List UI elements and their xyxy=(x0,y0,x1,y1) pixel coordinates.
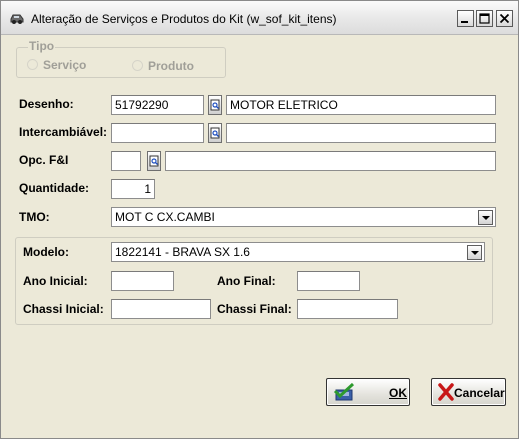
chassi-inicial-label: Chassi Inicial: xyxy=(23,302,104,316)
intercambiavel-desc-input[interactable] xyxy=(226,123,496,143)
cancel-button-label: Cancelar xyxy=(454,386,505,400)
cancel-button[interactable]: Cancelar xyxy=(431,378,506,406)
tipo-legend: Tipo xyxy=(28,39,56,53)
chevron-down-icon xyxy=(482,216,490,220)
title-bar[interactable]: Alteração de Serviços e Produtos do Kit … xyxy=(1,1,518,35)
red-x-icon xyxy=(438,383,454,404)
ok-button-label: OK xyxy=(389,386,407,400)
opc-fi-lookup-button[interactable] xyxy=(147,151,161,171)
radio-servico[interactable] xyxy=(27,59,38,70)
intercambiavel-code-input[interactable] xyxy=(111,123,204,143)
modelo-dropdown-button[interactable] xyxy=(467,245,482,260)
lookup-icon xyxy=(210,127,220,139)
desenho-lookup-button[interactable] xyxy=(208,95,222,115)
radio-servico-label[interactable]: Serviço xyxy=(43,58,86,72)
ano-final-label: Ano Final: xyxy=(217,274,276,288)
checkmark-icon xyxy=(333,382,357,404)
lookup-icon xyxy=(149,155,159,167)
lookup-icon xyxy=(210,99,220,111)
quantidade-label: Quantidade: xyxy=(19,181,90,195)
chevron-down-icon xyxy=(471,251,479,255)
intercambiavel-lookup-button[interactable] xyxy=(208,123,222,143)
modelo-select[interactable]: 1822141 - BRAVA SX 1.6 xyxy=(111,242,485,262)
radio-produto[interactable] xyxy=(132,60,143,71)
ano-inicial-label: Ano Inicial: xyxy=(23,274,88,288)
chassi-final-input[interactable] xyxy=(297,299,398,319)
dialog-window: Alteração de Serviços e Produtos do Kit … xyxy=(0,0,519,439)
intercambiavel-label: Intercambiável: xyxy=(19,125,108,139)
tmo-label: TMO: xyxy=(19,210,50,224)
desenho-desc-input[interactable]: MOTOR ELETRICO xyxy=(226,95,496,115)
desenho-code-input[interactable]: 51792290 xyxy=(111,95,204,115)
quantidade-input[interactable]: 1 xyxy=(111,179,155,199)
modelo-label: Modelo: xyxy=(23,245,69,259)
opc-fi-label: Opc. F&I xyxy=(19,153,69,167)
ok-button[interactable]: OK xyxy=(326,378,410,406)
app-car-icon xyxy=(9,11,25,25)
ano-inicial-input[interactable] xyxy=(111,271,174,291)
tmo-select[interactable]: MOT C CX.CAMBI xyxy=(111,207,496,227)
desenho-label: Desenho: xyxy=(19,97,74,111)
tmo-select-value: MOT C CX.CAMBI xyxy=(115,210,215,224)
close-button[interactable] xyxy=(496,10,513,27)
minimize-button[interactable] xyxy=(457,10,474,27)
ano-final-input[interactable] xyxy=(297,271,360,291)
modelo-select-value: 1822141 - BRAVA SX 1.6 xyxy=(115,245,250,259)
radio-produto-label[interactable]: Produto xyxy=(148,59,194,73)
window-title: Alteração de Serviços e Produtos do Kit … xyxy=(31,12,337,26)
maximize-button[interactable] xyxy=(476,10,493,27)
opc-fi-code-input[interactable] xyxy=(111,151,141,171)
chassi-inicial-input[interactable] xyxy=(111,299,211,319)
chassi-final-label: Chassi Final: xyxy=(217,302,292,316)
tmo-dropdown-button[interactable] xyxy=(478,210,493,225)
opc-fi-desc-input[interactable] xyxy=(165,151,496,171)
